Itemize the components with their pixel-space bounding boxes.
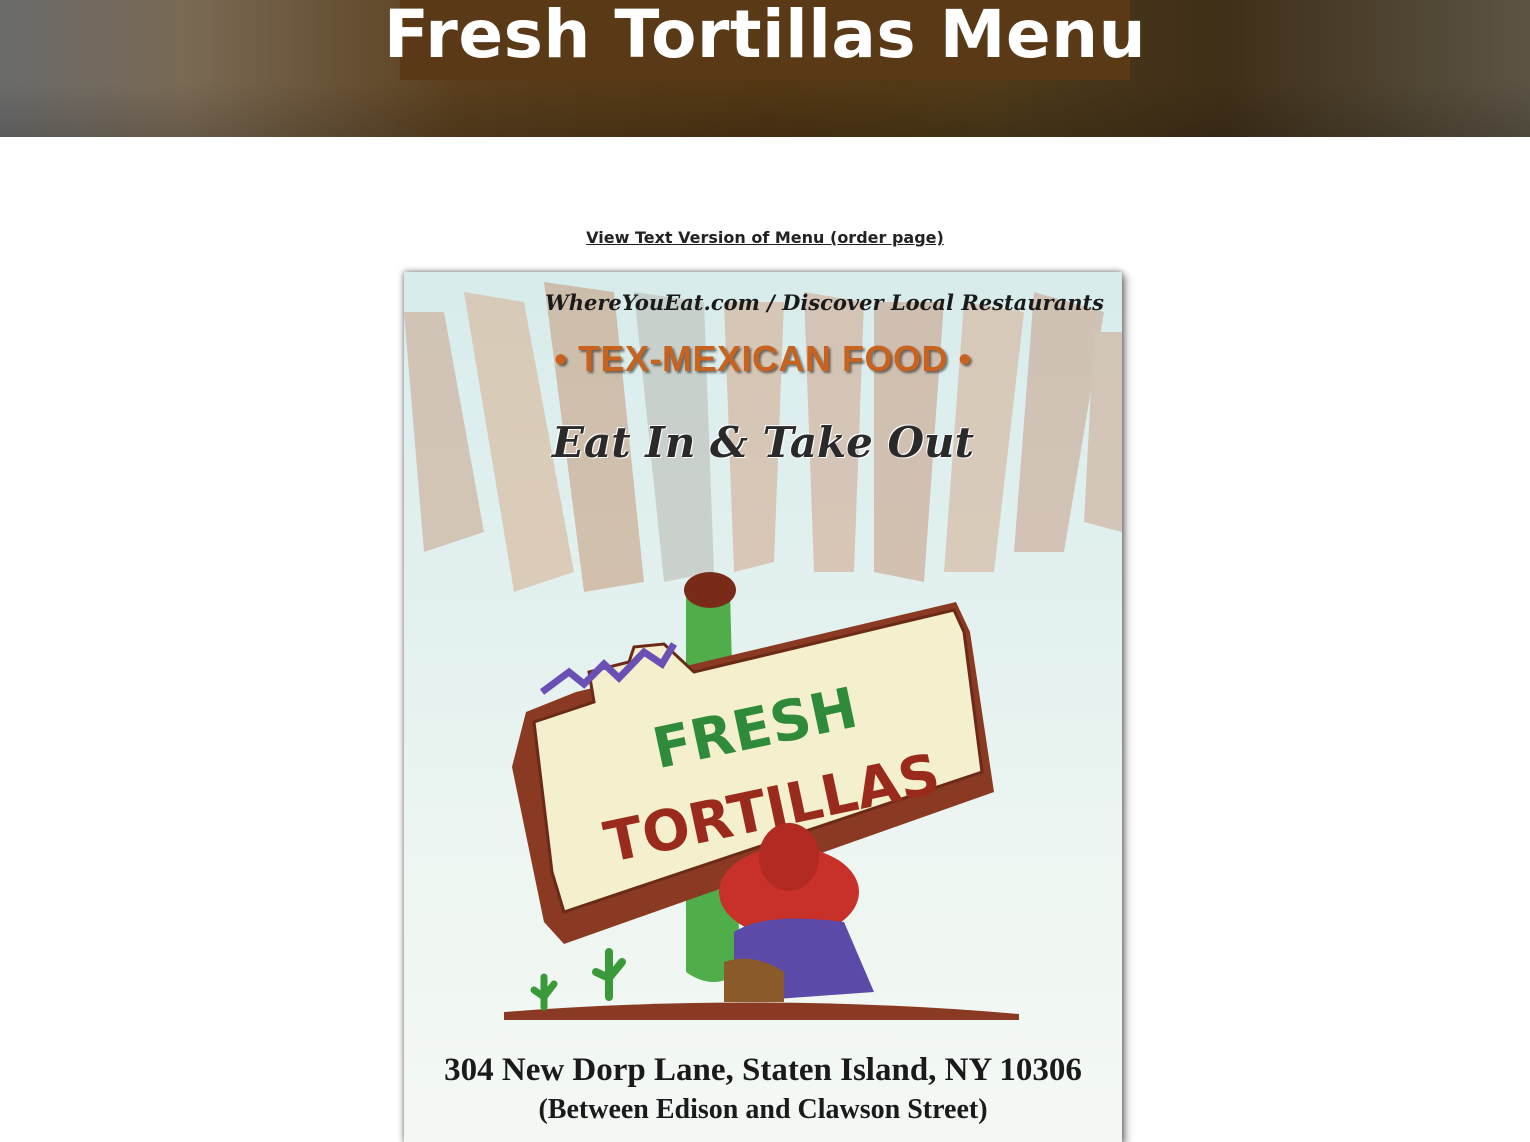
hero-banner: Fresh Tortillas Menu [0,0,1530,137]
menu-cover-illustration: FRESH TORTILLAS [404,282,1122,1020]
menu-address: 304 New Dorp Lane, Staten Island, NY 103… [444,1052,1082,1088]
menu-cross-streets: (Between Edison and Clawson Street) [538,1094,988,1125]
menu-service: Eat In & Take Out [551,418,974,467]
page-title: Fresh Tortillas Menu [383,0,1147,73]
title-box: Fresh Tortillas Menu [384,0,1146,80]
menu-site-line: WhereYouEat.com / Discover Local Restaur… [545,290,1104,315]
menu-cover-image[interactable]: FRESH TORTILLAS WhereYouEat.com / Discov… [404,272,1122,1142]
text-menu-link[interactable]: View Text Version of Menu (order page) [0,228,1530,247]
menu-cuisine: • TEX-MEXICAN FOOD • [554,338,972,379]
